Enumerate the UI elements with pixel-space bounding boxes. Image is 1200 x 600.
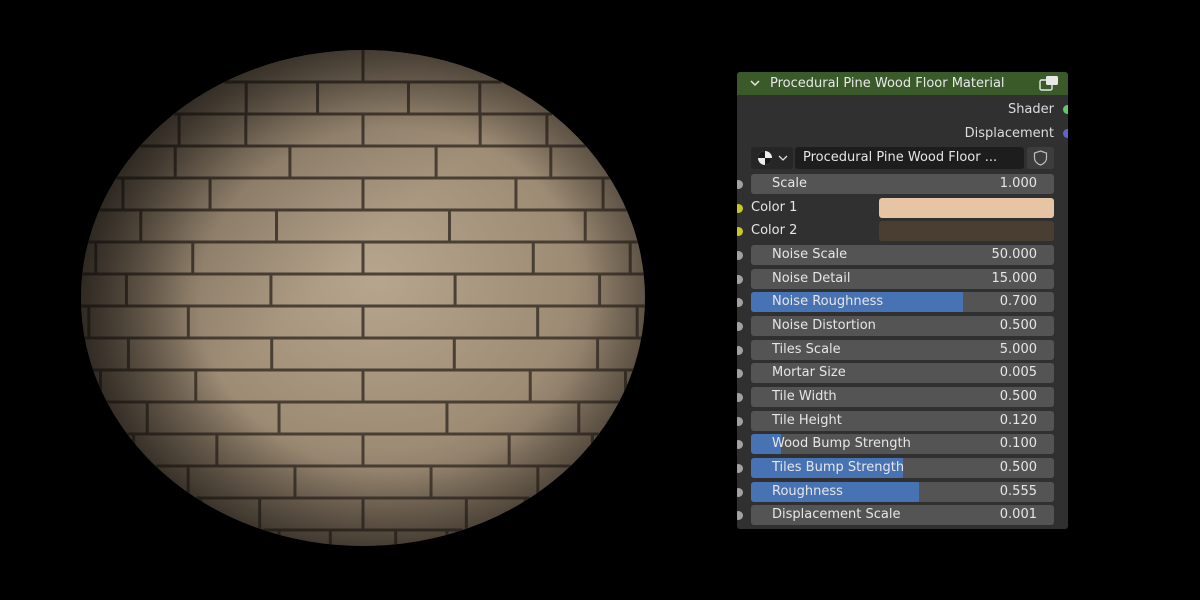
node-title: Procedural Pine Wood Floor Material [770, 76, 1005, 91]
input-mortar-size: Mortar Size 0.005 [737, 363, 1068, 383]
output-label: Displacement [964, 126, 1054, 141]
field-label: Tile Width [772, 389, 837, 404]
field-value: 0.500 [999, 318, 1037, 333]
field-label: Tile Height [772, 413, 842, 428]
collapse-chevron-icon[interactable] [749, 77, 761, 89]
field-value: 50.000 [991, 247, 1038, 262]
input-socket[interactable] [737, 393, 743, 402]
field-value: 0.100 [999, 436, 1037, 451]
mortar-size-field[interactable]: Mortar Size 0.005 [751, 363, 1054, 383]
input-noise-roughness: Noise Roughness 0.700 [737, 292, 1068, 312]
input-tiles-scale: Tiles Scale 5.000 [737, 340, 1068, 360]
input-displacement-scale: Displacement Scale 0.001 [737, 505, 1068, 525]
field-value: 0.555 [999, 484, 1037, 499]
field-value: 5.000 [999, 342, 1037, 357]
input-color-1: Color 1 [737, 198, 1068, 218]
node-group-panel[interactable]: Procedural Pine Wood Floor Material Shad… [737, 72, 1068, 529]
material-ball-icon [758, 151, 772, 165]
field-label: Noise Distortion [772, 318, 876, 333]
output-shader: Shader [737, 99, 1068, 121]
input-tile-height: Tile Height 0.120 [737, 411, 1068, 431]
field-label: Tiles Bump Strength [772, 460, 905, 475]
field-label: Displacement Scale [772, 507, 901, 522]
material-preview-sphere [81, 50, 645, 546]
input-socket[interactable] [737, 251, 743, 260]
node-group-icon[interactable] [1039, 75, 1059, 91]
output-socket-displacement[interactable] [1063, 129, 1068, 138]
input-socket[interactable] [737, 440, 743, 449]
input-socket[interactable] [737, 180, 743, 189]
field-label: Noise Detail [772, 271, 851, 286]
field-label: Mortar Size [772, 365, 846, 380]
node-group-selector: Procedural Pine Wood Floor ... [751, 147, 1054, 169]
field-value: 0.120 [999, 413, 1037, 428]
input-socket[interactable] [737, 488, 743, 497]
input-noise-detail: Noise Detail 15.000 [737, 269, 1068, 289]
input-socket[interactable] [737, 511, 743, 520]
input-socket[interactable] [737, 322, 743, 331]
input-socket[interactable] [737, 275, 743, 284]
input-socket[interactable] [737, 464, 743, 473]
roughness-slider[interactable]: Roughness 0.555 [751, 482, 1054, 502]
color-label: Color 2 [751, 223, 798, 238]
tile-width-field[interactable]: Tile Width 0.500 [751, 387, 1054, 407]
node-group-name-field[interactable]: Procedural Pine Wood Floor ... [795, 147, 1024, 169]
color-label: Color 1 [751, 200, 798, 215]
input-socket[interactable] [737, 227, 743, 236]
input-noise-scale: Noise Scale 50.000 [737, 245, 1068, 265]
noise-roughness-slider[interactable]: Noise Roughness 0.700 [751, 292, 1054, 312]
input-socket[interactable] [737, 369, 743, 378]
field-value: 0.500 [999, 389, 1037, 404]
input-scale: Scale 1.000 [737, 174, 1068, 194]
output-displacement: Displacement [737, 123, 1068, 145]
output-label: Shader [1007, 102, 1054, 117]
field-label: Tiles Scale [772, 342, 841, 357]
field-label: Roughness [772, 484, 843, 499]
fake-user-shield-icon [1033, 150, 1048, 166]
input-roughness: Roughness 0.555 [737, 482, 1068, 502]
fake-user-button[interactable] [1027, 147, 1054, 169]
field-label: Wood Bump Strength [772, 436, 911, 451]
field-value: 0.005 [999, 365, 1037, 380]
field-value: 0.001 [999, 507, 1037, 522]
output-socket-shader[interactable] [1063, 105, 1068, 114]
input-noise-distortion: Noise Distortion 0.500 [737, 316, 1068, 336]
input-wood-bump-strength: Wood Bump Strength 0.100 [737, 434, 1068, 454]
viewport: Procedural Pine Wood Floor Material Shad… [0, 0, 1200, 600]
input-tile-width: Tile Width 0.500 [737, 387, 1068, 407]
field-label: Scale [772, 176, 807, 191]
field-value: 15.000 [991, 271, 1038, 286]
node-header[interactable]: Procedural Pine Wood Floor Material [737, 72, 1068, 95]
input-socket[interactable] [737, 298, 743, 307]
wood-bump-strength-slider[interactable]: Wood Bump Strength 0.100 [751, 434, 1054, 454]
displacement-scale-field[interactable]: Displacement Scale 0.001 [751, 505, 1054, 525]
tiles-scale-field[interactable]: Tiles Scale 5.000 [751, 340, 1054, 360]
input-socket[interactable] [737, 204, 743, 213]
chevron-down-icon [778, 155, 788, 161]
noise-detail-field[interactable]: Noise Detail 15.000 [751, 269, 1054, 289]
input-socket[interactable] [737, 417, 743, 426]
noise-scale-field[interactable]: Noise Scale 50.000 [751, 245, 1054, 265]
color-2-swatch[interactable] [879, 221, 1054, 241]
field-value: 0.700 [999, 294, 1037, 309]
field-label: Noise Scale [772, 247, 848, 262]
tiles-bump-strength-slider[interactable]: Tiles Bump Strength 0.500 [751, 458, 1054, 478]
field-value: 1.000 [999, 176, 1037, 191]
input-socket[interactable] [737, 346, 743, 355]
color-1-swatch[interactable] [879, 198, 1054, 218]
noise-distortion-field[interactable]: Noise Distortion 0.500 [751, 316, 1054, 336]
scale-field[interactable]: Scale 1.000 [751, 174, 1054, 194]
tile-height-field[interactable]: Tile Height 0.120 [751, 411, 1054, 431]
browse-node-group-button[interactable] [751, 147, 793, 169]
field-label: Noise Roughness [772, 294, 884, 309]
input-tiles-bump-strength: Tiles Bump Strength 0.500 [737, 458, 1068, 478]
field-value: 0.500 [999, 460, 1037, 475]
input-color-2: Color 2 [737, 221, 1068, 241]
